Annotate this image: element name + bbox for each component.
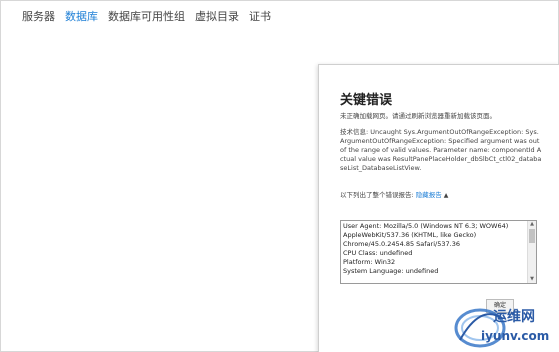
report-line: System Language: undefined [343, 266, 439, 275]
report-line: Chrome/45.0.2454.85 Safari/537.36 [343, 239, 460, 248]
error-report-textarea[interactable]: User Agent: Mozilla/5.0 (Windows NT 6.3;… [340, 220, 537, 284]
scroll-up-icon[interactable]: ▲ [528, 221, 536, 228]
report-line: AppleWebKit/537.36 (KHTML, like Gecko) [343, 230, 477, 239]
top-navigation: 服务器 数据库 数据库可用性组 虚拟目录 证书 [22, 9, 281, 25]
textarea-scrollbar[interactable]: ▲ ▼ [527, 221, 536, 283]
error-message: 未正确加载网页。请通过刷新浏览器重新加载该页面。 [340, 112, 496, 120]
scroll-down-icon[interactable]: ▼ [528, 276, 536, 283]
report-prefix: 以下列出了整个错误报告: [340, 191, 416, 199]
nav-item-servers[interactable]: 服务器 [22, 9, 55, 25]
report-line: Platform: Win32 [343, 257, 396, 266]
error-title: 关键错误 [340, 93, 393, 108]
nav-item-certificates[interactable]: 证书 [249, 9, 271, 25]
report-toggle-line: 以下列出了整个错误报告: 隐藏报告 ▲ [340, 191, 448, 200]
nav-item-dag[interactable]: 数据库可用性组 [108, 9, 185, 25]
error-report-content: User Agent: Mozilla/5.0 (Windows NT 6.3;… [343, 222, 527, 275]
report-line: User Agent: Mozilla/5.0 (Windows NT 6.3;… [343, 222, 509, 230]
chevron-up-icon[interactable]: ▲ [444, 192, 449, 199]
nav-item-databases[interactable]: 数据库 [65, 9, 98, 25]
watermark-text: 运维网 [493, 309, 535, 325]
watermark-url: iyunv.com [481, 329, 550, 343]
scrollbar-thumb[interactable] [529, 229, 535, 243]
hide-report-link[interactable]: 隐藏报告 [416, 191, 442, 199]
nav-item-virtual-directories[interactable]: 虚拟目录 [195, 9, 239, 25]
error-technical-detail: 技术信息: Uncaught Sys.ArgumentOutOfRangeExc… [340, 128, 542, 172]
report-line: CPU Class: undefined [343, 248, 413, 257]
